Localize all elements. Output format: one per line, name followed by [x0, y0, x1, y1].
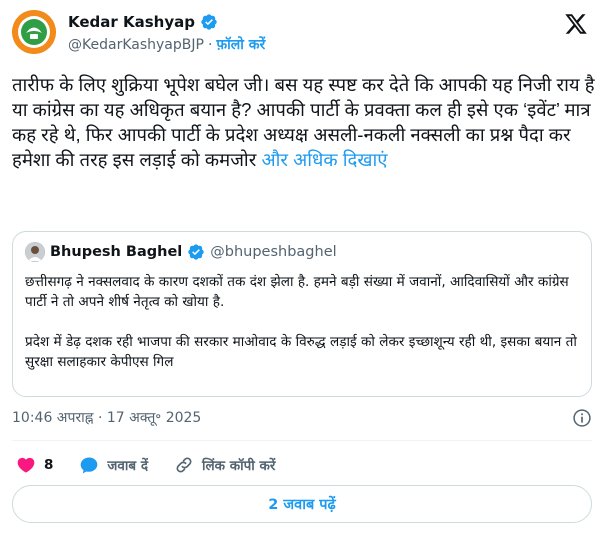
tweet-header: Kedar Kashyap @KedarKashyapBJP · फ़ॉलो क…	[12, 10, 592, 58]
author-avatar-image	[12, 10, 56, 54]
follow-button[interactable]: फ़ॉलो करें	[216, 35, 265, 54]
author-avatar[interactable]	[12, 10, 56, 54]
like-count: 8	[44, 457, 54, 473]
quoted-avatar-image	[25, 242, 45, 262]
quoted-author-handle: @bhupeshbaghel	[210, 244, 337, 260]
verified-badge-icon	[201, 14, 217, 30]
link-icon	[176, 457, 192, 473]
quoted-author-avatar	[25, 242, 45, 262]
author-handle-row: @KedarKashyapBJP · फ़ॉलो करें	[68, 35, 265, 54]
separator-dot: ·	[207, 36, 213, 53]
author-handle[interactable]: @KedarKashyapBJP	[68, 37, 204, 53]
author-name[interactable]: Kedar Kashyap	[68, 13, 195, 31]
read-replies-button[interactable]: 2 जवाब पढ़ें	[12, 485, 592, 523]
action-bar: 8 जवाब दें लिंक कॉपी करें	[16, 455, 301, 475]
divider	[12, 440, 592, 441]
like-button[interactable]: 8	[16, 455, 53, 475]
x-logo-icon[interactable]	[564, 12, 588, 36]
reply-label: जवाब दें	[107, 458, 149, 474]
tweet-timestamp[interactable]: 10:46 अपराह्न · 17 अक्तू॰ 2025	[12, 408, 201, 427]
verified-badge-icon	[188, 244, 204, 260]
author-name-row: Kedar Kashyap	[68, 13, 218, 31]
copy-link-button[interactable]: लिंक कॉपी करें	[174, 455, 275, 475]
quoted-tweet-text: छत्तीसगढ़ ने नक्सलवाद के कारण दशकों तक द…	[25, 272, 585, 372]
speech-bubble-icon	[81, 457, 98, 474]
show-more-link[interactable]: और अधिक दिखाएं	[261, 149, 387, 170]
copy-link-label: लिंक कॉपी करें	[202, 458, 276, 474]
heart-icon	[17, 457, 35, 473]
info-icon[interactable]	[572, 408, 592, 428]
reply-button[interactable]: जवाब दें	[79, 455, 148, 475]
quoted-tweet-header: Bhupesh Baghel @bhupeshbaghel	[25, 242, 337, 262]
tweet-text: तारीफ के लिए शुक्रिया भूपेश बघेल जी। बस …	[12, 72, 596, 172]
quoted-tweet[interactable]: Bhupesh Baghel @bhupeshbaghel छत्तीसगढ़ …	[12, 231, 592, 397]
quoted-author-name: Bhupesh Baghel	[50, 244, 183, 260]
quoted-paragraph-1: छत्तीसगढ़ ने नक्सलवाद के कारण दशकों तक द…	[25, 274, 569, 310]
quoted-paragraph-2: प्रदेश में डेढ़ दशक रही भाजपा की सरकार म…	[25, 334, 577, 370]
